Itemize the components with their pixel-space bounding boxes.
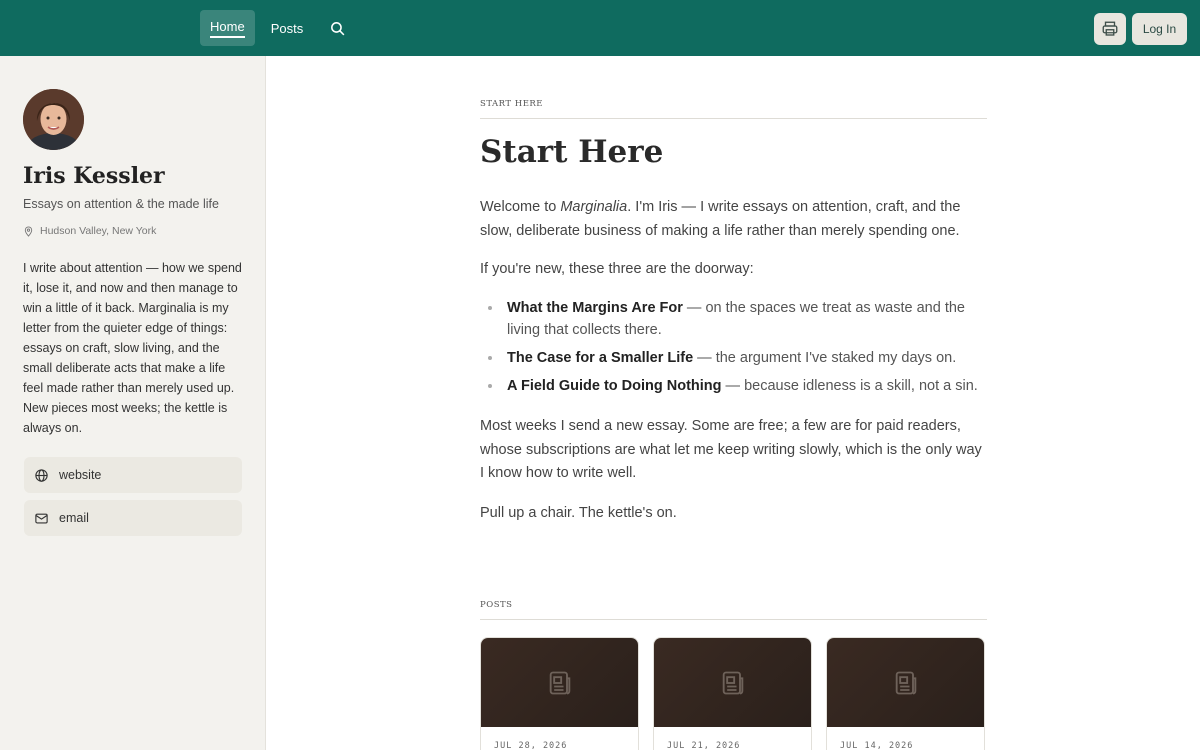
featured-essays-list: What the Margins Are For — on the spaces… [480,297,987,403]
essay-description: — the argument I've staked my days on. [693,350,957,366]
printer-icon [1102,21,1118,36]
post-card[interactable]: JUL 14, 2026 [826,637,985,750]
post-thumbnail [481,638,638,727]
post-thumbnail [827,638,984,727]
essay-link[interactable]: The Case for a Smaller Life [507,350,693,366]
list-item: The Case for a Smaller Life — the argume… [480,347,987,369]
post-card[interactable]: JUL 28, 2026 [480,637,639,750]
essay-link[interactable]: What the Margins Are For [507,300,683,316]
post-date: JUL 21, 2026 [667,741,741,750]
post-date: JUL 14, 2026 [840,741,914,750]
main-nav: Home Posts [200,10,355,46]
email-link[interactable]: email [24,500,242,536]
newspaper-icon [549,671,570,694]
nav-posts[interactable]: Posts [261,10,314,46]
avatar [23,89,84,150]
newspaper-icon [722,671,743,694]
location-label: Hudson Valley, New York [40,225,157,237]
print-button[interactable] [1094,13,1126,45]
list-item: A Field Guide to Doing Nothing — because… [480,375,987,397]
post-date: JUL 28, 2026 [494,741,568,750]
doorway-paragraph: If you're new, these three are the doorw… [480,261,754,277]
intro-prefix: Welcome to [480,199,561,215]
author-bio: I write about attention — how we spend i… [23,261,242,435]
search-button[interactable] [319,10,355,46]
section-kicker: START HERE [480,99,544,109]
author-sidebar: Iris Kessler Essays on attention & the m… [0,56,266,750]
intro-paragraph: Welcome to Marginalia. I'm Iris — I writ… [480,196,987,243]
post-card[interactable]: JUL 21, 2026 [653,637,812,750]
author-name: Iris Kessler [23,163,165,189]
nav-home[interactable]: Home [200,10,255,46]
page-title: Start Here [480,134,664,170]
nav-posts-label: Posts [270,20,304,36]
globe-icon [35,468,48,482]
closing-paragraph: Pull up a chair. The kettle's on. [480,505,677,521]
location-pin-icon [24,226,33,237]
mail-icon [35,513,48,523]
nav-home-label: Home [210,19,245,38]
login-button[interactable]: Log In [1132,13,1187,45]
publication-name: Marginalia [560,199,628,215]
post-cards: JUL 28, 2026 JUL 21, 2026 JUL 14, 2026 [480,637,987,750]
author-location: Hudson Valley, New York [23,225,156,237]
divider [480,118,987,119]
essay-description: — because idleness is a skill, not a sin… [721,378,978,394]
essay-link[interactable]: A Field Guide to Doing Nothing [507,378,722,394]
subscriptions-paragraph: Most weeks I send a new essay. Some are … [480,418,982,481]
top-navigation-bar: Home Posts Log In [0,0,1200,56]
posts-kicker: POSTS [480,600,513,610]
list-item: What the Margins Are For — on the spaces… [480,297,987,341]
email-link-label: email [59,511,89,525]
website-link[interactable]: website [24,457,242,493]
website-link-label: website [59,468,102,482]
post-thumbnail [654,638,811,727]
divider [480,619,987,620]
search-icon [330,21,345,35]
newspaper-icon [895,671,916,694]
author-tagline: Essays on attention & the made life [23,197,219,211]
